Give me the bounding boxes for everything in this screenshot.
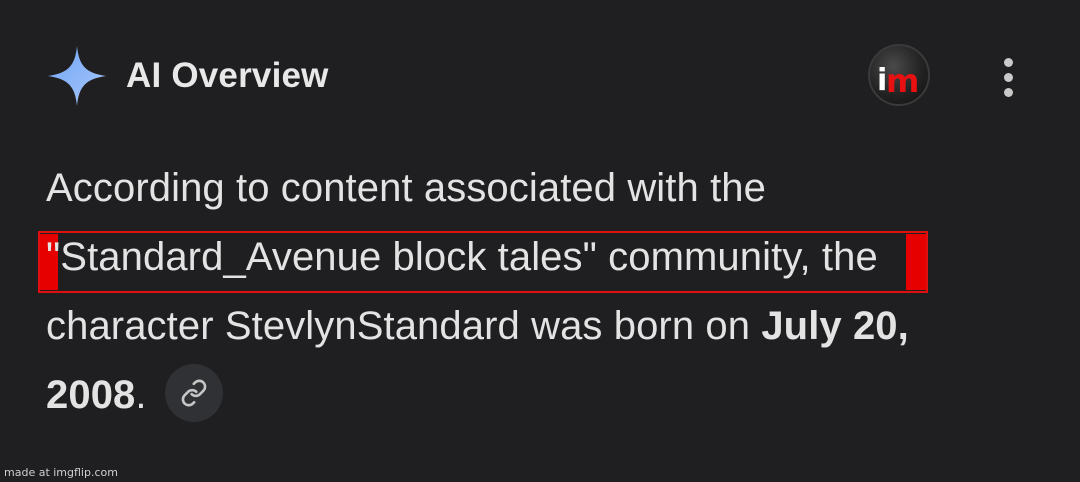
highlighted-community-text: "Standard_Avenue block tales" community, [46,235,811,279]
answer-period: . [135,373,147,417]
ai-overview-answer: According to content associated with the… [46,154,1046,430]
ai-overview-header: AI Overview [46,44,329,108]
birth-date-part-2: 2008 [46,373,136,417]
more-options-button[interactable] [998,58,1020,98]
answer-line-3: character StevlynStandard was born on Ju… [46,292,1046,361]
answer-line-4: 2008. [46,361,1046,430]
answer-line-2-rest: the [810,235,878,279]
answer-line-1: According to content associated with the [46,166,766,210]
ai-overview-title: AI Overview [126,56,329,95]
svg-text:m: m [886,62,919,100]
sparkle-icon [46,44,108,108]
imgflip-avatar[interactable]: i m [868,44,930,106]
answer-line-3-prefix: character StevlynStandard was born on [46,304,762,348]
imgflip-watermark: made at imgflip.com [4,466,118,479]
source-link-button[interactable] [164,364,223,423]
answer-line-2: "Standard_Avenue block tales" community,… [46,223,1046,292]
birth-date-part-1: July 20, [761,304,909,348]
